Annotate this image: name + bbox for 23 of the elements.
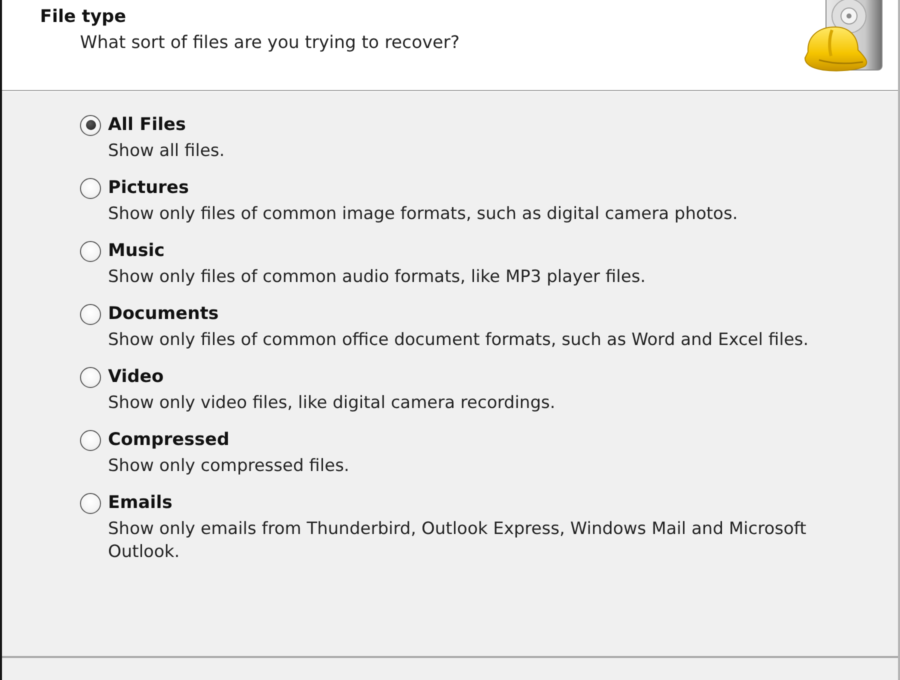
option-description: Show only files of common audio formats, like MP3 player files.: [108, 266, 646, 289]
page-subtitle: What sort of files are you trying to recover?: [80, 32, 460, 55]
option-description: Show all files.: [108, 140, 225, 163]
radio-button[interactable]: [80, 178, 101, 198]
radio-button[interactable]: [80, 304, 101, 324]
option-label[interactable]: All Files: [108, 112, 186, 138]
option-label[interactable]: Emails: [108, 490, 172, 516]
option-description: Show only compressed files.: [108, 455, 350, 478]
option-label[interactable]: Pictures: [108, 175, 189, 201]
page-title: File type: [40, 6, 126, 29]
radio-button[interactable]: [80, 366, 101, 388]
radio-button[interactable]: [80, 492, 101, 514]
option-label[interactable]: Music: [108, 238, 165, 264]
radio-button[interactable]: [80, 240, 101, 262]
option-description: Show only video files, like digital camera recordings.: [108, 392, 556, 415]
option-label[interactable]: Video: [108, 364, 164, 390]
option-description: Show only files of common office document formats, such as Word and Excel files.: [108, 329, 809, 352]
option-description: Show only emails from Thunderbird, Outlook Express, Windows Mail and Microsoft Outlook.: [108, 518, 808, 564]
option-description: Show only files of common image formats, such as digital camera photos.: [108, 203, 738, 226]
option-label[interactable]: Documents: [108, 301, 219, 327]
radio-button[interactable]: [80, 114, 101, 136]
radio-button[interactable]: [80, 430, 101, 450]
option-label[interactable]: Compressed: [108, 427, 230, 453]
